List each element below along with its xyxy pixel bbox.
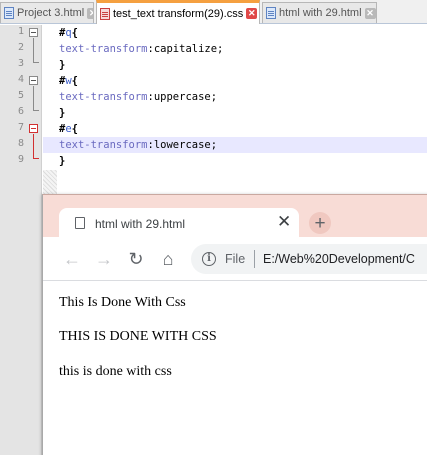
line-number: 1 xyxy=(17,26,24,37)
close-icon[interactable]: ✕ xyxy=(364,7,376,19)
line-number: 6 xyxy=(17,106,24,117)
editor-tab-label: Project 3.html xyxy=(17,7,85,19)
line-number: 9 xyxy=(17,154,24,165)
editor-tab-css-file[interactable]: test_text transform(29).css ✕ xyxy=(96,0,260,24)
close-icon[interactable]: ✕ xyxy=(87,7,93,19)
fold-minus-icon[interactable] xyxy=(29,76,38,85)
browser-tab[interactable]: html with 29.html ✕ xyxy=(59,208,299,238)
line-number: 3 xyxy=(17,58,24,69)
back-arrow-icon[interactable]: ← xyxy=(61,248,83,270)
editor-tab-html-29[interactable]: html with 29.html ✕ xyxy=(262,2,377,23)
document-icon xyxy=(266,7,276,19)
forward-arrow-icon[interactable]: → xyxy=(93,248,115,270)
code-line-3: } xyxy=(59,59,66,71)
fold-marker[interactable] xyxy=(27,25,41,73)
close-tab-icon[interactable]: ✕ xyxy=(277,213,291,231)
fold-minus-icon[interactable] xyxy=(29,28,38,37)
code-line-9: } xyxy=(59,155,66,167)
line-number-gutter: 1 2 3 4 5 6 7 8 9 xyxy=(0,25,42,455)
code-line-8-current: text-transform:lowercase; xyxy=(43,137,427,153)
code-line-6: } xyxy=(59,107,66,119)
address-bar[interactable]: i File E:/Web%20Development/C xyxy=(191,244,427,274)
browser-tab-title: html with 29.html xyxy=(95,217,186,231)
reload-icon[interactable]: ↻ xyxy=(125,248,147,270)
line-number: 2 xyxy=(17,42,24,53)
editor-tab-project-3[interactable]: Project 3.html ✕ xyxy=(0,2,94,23)
code-line-4: #w{ xyxy=(59,75,78,87)
document-icon xyxy=(4,7,14,19)
url-text[interactable]: E:/Web%20Development/C xyxy=(263,252,415,266)
paragraph-capitalize: This Is Done With Css xyxy=(59,295,186,310)
page-icon xyxy=(75,217,85,229)
browser-toolbar: ← → ↻ ⌂ i File E:/Web%20Development/C xyxy=(43,237,427,281)
paragraph-uppercase: THIS IS DONE WITH CSS xyxy=(59,329,217,344)
code-area[interactable]: #q{ text-transform:capitalize; } #w{ tex… xyxy=(43,25,427,170)
line-number: 5 xyxy=(17,90,24,101)
address-divider xyxy=(254,250,255,268)
code-line-5: text-transform:uppercase; xyxy=(59,91,218,103)
scheme-label: File xyxy=(225,252,246,266)
editor-tab-label: html with 29.html xyxy=(279,7,362,19)
close-icon[interactable]: ✕ xyxy=(246,8,258,19)
editor-tab-label: test_text transform(29).css xyxy=(113,7,244,20)
browser-title-bar: html with 29.html ✕ + xyxy=(43,195,427,238)
line-number: 8 xyxy=(17,138,24,149)
fold-marker[interactable] xyxy=(27,73,41,121)
line-number: 4 xyxy=(17,74,24,85)
paragraph-lowercase: this is done with css xyxy=(59,364,172,379)
fold-minus-icon[interactable] xyxy=(29,124,38,133)
editor-tab-bar: Project 3.html ✕ test_text transform(29)… xyxy=(0,0,427,24)
code-line-1: #q{ xyxy=(59,27,78,39)
fold-marker[interactable] xyxy=(27,121,41,169)
info-icon[interactable]: i xyxy=(202,252,216,266)
home-icon[interactable]: ⌂ xyxy=(157,248,179,270)
code-line-7: #e{ xyxy=(59,123,78,135)
new-tab-button[interactable]: + xyxy=(309,212,331,234)
modified-document-icon xyxy=(100,7,110,20)
browser-window: html with 29.html ✕ + ← → ↻ ⌂ i File E:/… xyxy=(42,194,427,455)
line-number: 7 xyxy=(17,122,24,133)
code-line-2: text-transform:capitalize; xyxy=(59,43,224,55)
page-content: This Is Done With Css THIS IS DONE WITH … xyxy=(43,282,427,455)
